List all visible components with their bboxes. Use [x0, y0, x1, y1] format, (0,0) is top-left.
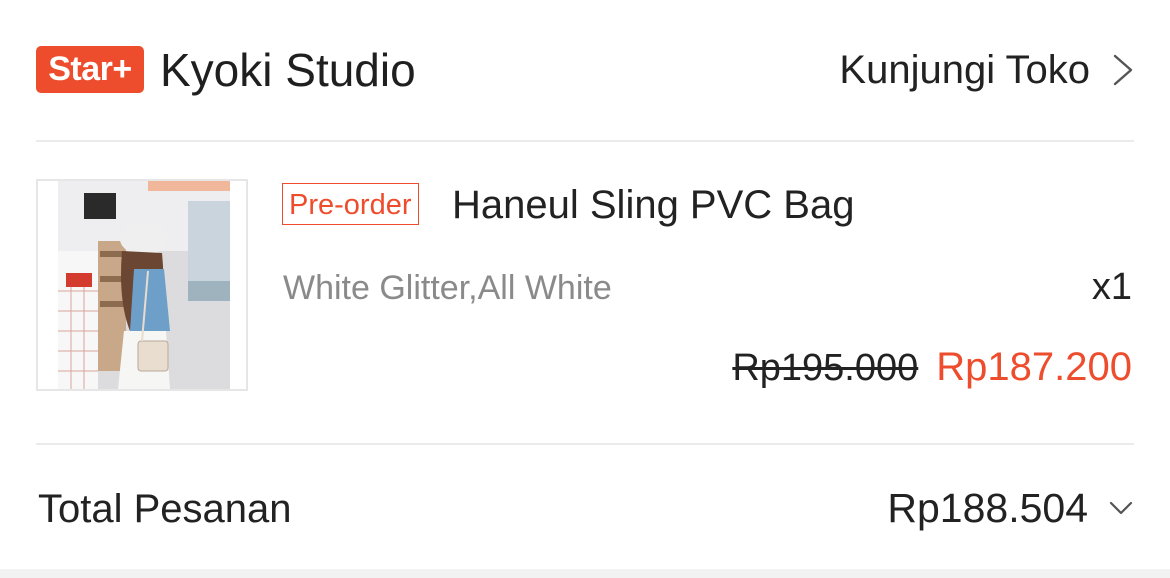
product-variation: White Glitter,All White [283, 269, 612, 307]
product-image[interactable] [36, 179, 248, 391]
chevron-right-icon [1113, 54, 1133, 86]
divider [36, 443, 1134, 445]
divider [36, 140, 1134, 142]
star-plus-badge: Star+ [36, 46, 144, 93]
card-bottom-edge [0, 569, 1170, 578]
price-row: Rp195.000 Rp187.200 [732, 345, 1132, 390]
visit-shop-button[interactable]: Kunjungi Toko [839, 40, 1134, 100]
order-total-label: Total Pesanan [38, 487, 292, 531]
order-card: Star+ Kyoki Studio Kunjungi Toko Pre-ord… [0, 0, 1170, 578]
visit-shop-label: Kunjungi Toko [839, 47, 1090, 92]
order-total-value: Rp188.504 [887, 484, 1088, 531]
chevron-down-icon [1109, 501, 1133, 515]
discounted-price: Rp187.200 [936, 345, 1132, 389]
original-price: Rp195.000 [732, 347, 919, 389]
product-photo [38, 181, 246, 389]
order-total-toggle[interactable]: Rp188.504 [887, 482, 1134, 534]
product-quantity: x1 [1091, 266, 1132, 308]
product-name[interactable]: Haneul Sling PVC Bag [452, 180, 854, 230]
shop-name[interactable]: Kyoki Studio [160, 40, 416, 100]
preorder-tag: Pre-order [282, 183, 419, 225]
shop-header: Star+ Kyoki Studio Kunjungi Toko [0, 0, 1170, 141]
